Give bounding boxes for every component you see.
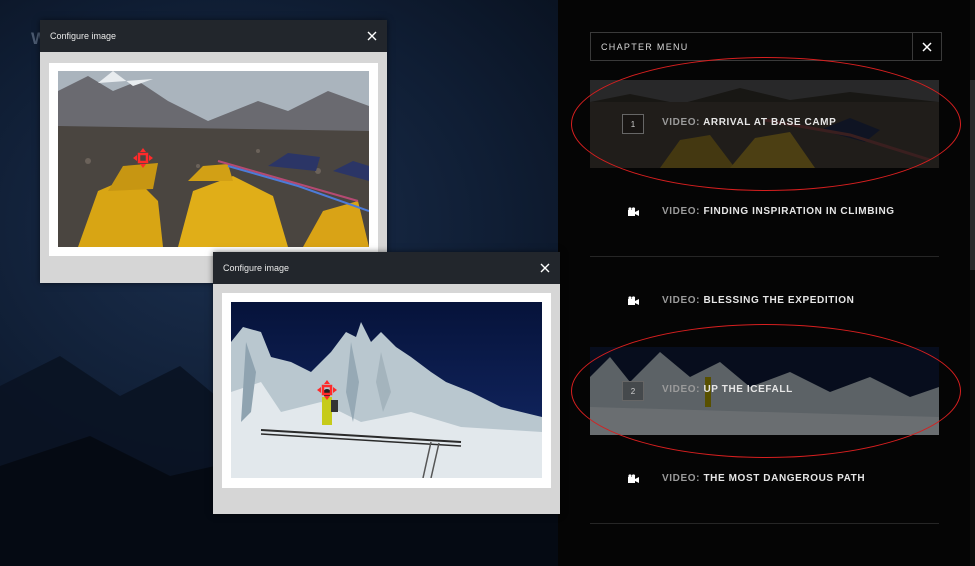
scrollbar-thumb[interactable]	[970, 80, 975, 270]
chapter-item-title: ARRIVAL AT BASE CAMP	[703, 117, 837, 128]
video-camera-icon	[628, 207, 639, 216]
icefall-ladder-climber-photo[interactable]	[231, 302, 542, 478]
dialog-close-button[interactable]	[538, 261, 552, 275]
chapter-item-prefix: VIDEO:	[662, 384, 701, 395]
close-icon	[367, 31, 377, 41]
dialog-header: Configure image	[40, 20, 387, 52]
chapter-item-1[interactable]: 1 VIDEO: ARRIVAL AT BASE CAMP	[590, 80, 939, 168]
chapter-item-title: BLESSING THE EXPEDITION	[703, 295, 855, 306]
image-frame	[49, 63, 378, 256]
chapter-menu-header: CHAPTER MENU	[590, 32, 942, 61]
focal-point-icon[interactable]	[132, 147, 154, 169]
video-camera-icon	[628, 296, 639, 305]
chapter-item-prefix: VIDEO:	[662, 117, 701, 128]
video-camera-icon	[628, 474, 639, 483]
chapter-item-prefix: VIDEO:	[662, 473, 701, 484]
focal-point-icon[interactable]	[316, 379, 338, 401]
configure-image-dialog: Configure image	[213, 252, 560, 514]
image-frame	[222, 293, 551, 488]
chapter-item-label: VIDEO: ARRIVAL AT BASE CAMP	[662, 117, 836, 128]
dialog-title: Configure image	[50, 31, 117, 41]
chapter-item-prefix: VIDEO:	[662, 206, 701, 217]
dialog-close-button[interactable]	[365, 29, 379, 43]
chapter-item-2[interactable]: VIDEO: FINDING INSPIRATION IN CLIMBING	[590, 169, 939, 257]
chapter-item-prefix: VIDEO:	[662, 295, 701, 306]
base-camp-tents-photo[interactable]	[58, 71, 369, 247]
chapter-item-label: VIDEO: FINDING INSPIRATION IN CLIMBING	[662, 206, 895, 217]
dialog-header: Configure image	[213, 252, 560, 284]
close-icon	[540, 263, 550, 273]
chapter-number-badge: 1	[622, 114, 644, 134]
chapter-item-title: UP THE ICEFALL	[703, 384, 793, 395]
close-icon	[922, 41, 932, 52]
chapter-item-3[interactable]: VIDEO: BLESSING THE EXPEDITION	[590, 258, 939, 346]
chapter-item-5[interactable]: VIDEO: THE MOST DANGEROUS PATH	[590, 436, 939, 524]
chapter-menu-panel: CHAPTER MENU 1 VIDEO: ARRIVAL AT BASE CA…	[558, 0, 975, 566]
chapter-menu-title: CHAPTER MENU	[601, 41, 689, 52]
chapter-item-label: VIDEO: BLESSING THE EXPEDITION	[662, 295, 855, 306]
chapter-menu-close-button[interactable]	[912, 33, 941, 60]
chapter-item-title: THE MOST DANGEROUS PATH	[703, 473, 866, 484]
chapter-item-label: VIDEO: THE MOST DANGEROUS PATH	[662, 473, 865, 484]
chapter-item-title: FINDING INSPIRATION IN CLIMBING	[703, 206, 895, 217]
chapter-number-badge: 2	[622, 381, 644, 401]
configure-image-dialog: Configure image	[40, 20, 387, 283]
dialog-title: Configure image	[223, 263, 290, 273]
chapter-item-4[interactable]: 2 VIDEO: UP THE ICEFALL	[590, 347, 939, 435]
chapter-item-label: VIDEO: UP THE ICEFALL	[662, 384, 793, 395]
